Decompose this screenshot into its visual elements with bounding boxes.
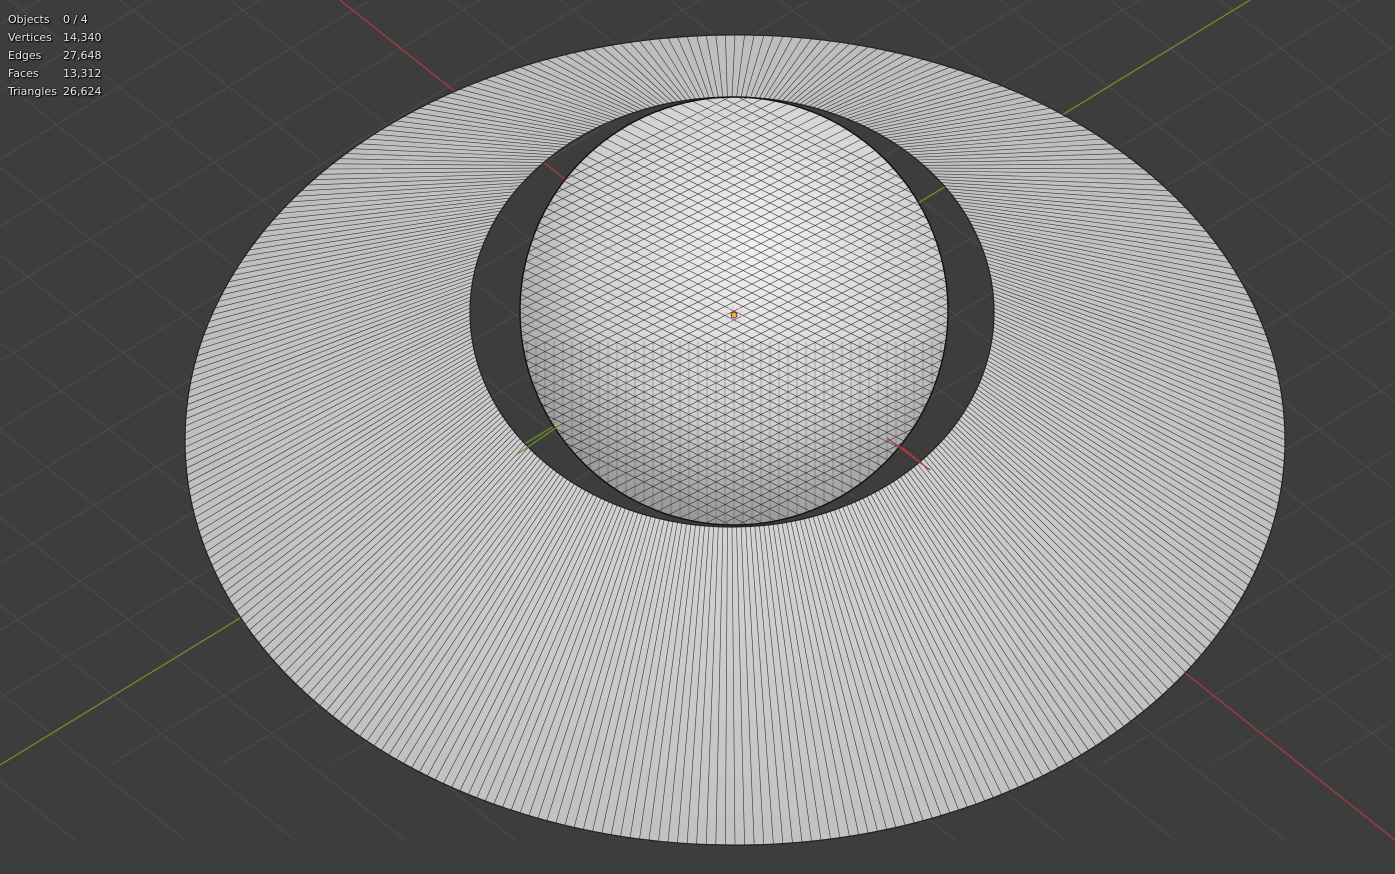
3d-viewport[interactable]: Objects 0 / 4 Vertices 14,340 Edges 27,6… (0, 0, 1395, 874)
viewport-scene[interactable] (0, 0, 1395, 874)
y-axis-line-front (515, 424, 561, 456)
